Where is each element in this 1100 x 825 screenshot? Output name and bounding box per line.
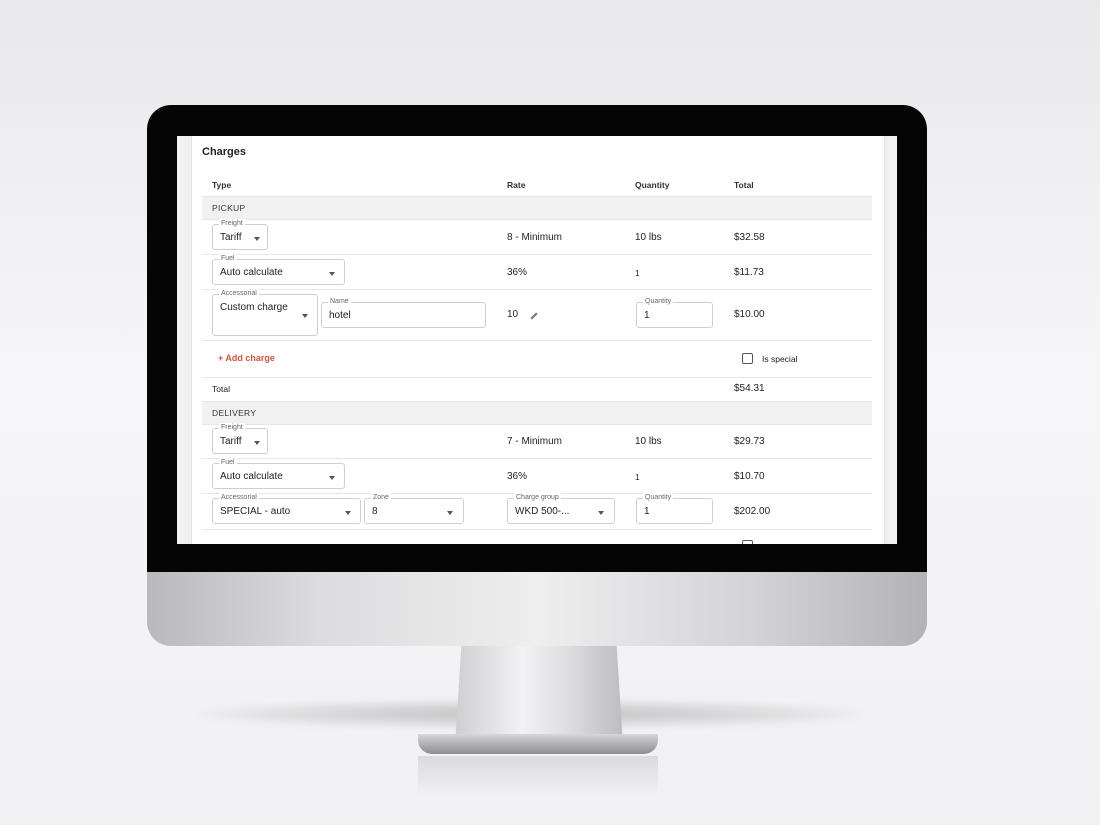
pencil-icon[interactable] (530, 311, 539, 320)
section-pickup-label: PICKUP (212, 203, 246, 213)
pickup-accessorial-select[interactable]: Accessorial Custom charge (212, 289, 318, 336)
pickup-freight-select[interactable]: Freight Tariff (212, 219, 268, 250)
chevron-down-icon (254, 441, 260, 445)
row-divider (202, 340, 872, 341)
chevron-down-icon (447, 511, 453, 515)
delivery-fuel-quantity: 1 (635, 472, 640, 482)
chevron-down-icon (329, 476, 335, 480)
delivery-charge-group-label: Charge group (514, 493, 561, 502)
delivery-freight-label: Freight (219, 423, 245, 432)
pickup-is-special-label: Is special (762, 354, 798, 364)
delivery-fuel-value: Auto calculate (220, 471, 283, 482)
pickup-accessorial-label: Accessorial (219, 289, 259, 298)
pickup-quantity-value: 1 (644, 310, 650, 321)
chevron-down-icon (345, 511, 351, 515)
pickup-name-input[interactable]: Name hotel (321, 297, 486, 328)
delivery-charge-group-select[interactable]: Charge group WKD 500-... (507, 493, 615, 524)
pickup-fuel-value: Auto calculate (220, 267, 283, 278)
pickup-freight-label: Freight (219, 219, 245, 228)
delivery-charge-group-value: WKD 500-... (515, 506, 570, 517)
monitor-stand-base (418, 734, 658, 754)
pickup-total-value: $54.31 (734, 383, 765, 394)
delivery-accessorial-value: SPECIAL - auto (220, 506, 291, 517)
delivery-fuel-total: $10.70 (734, 471, 765, 482)
delivery-quantity-value: 1 (644, 506, 650, 517)
monitor-stand-neck (455, 640, 623, 745)
delivery-quantity-label: Quantity (643, 493, 674, 502)
charges-card: Charges Type Rate Quantity Total PICKUP … (191, 136, 885, 544)
pickup-fuel-rate: 36% (507, 267, 528, 278)
column-header-total: Total (734, 180, 754, 190)
pickup-accessorial-rate: 10 (507, 309, 519, 320)
chevron-down-icon (598, 511, 604, 515)
pickup-fuel-select[interactable]: Fuel Auto calculate (212, 254, 345, 285)
delivery-accessorial-label: Accessorial (219, 493, 259, 502)
pickup-freight-total: $32.58 (734, 232, 765, 243)
pickup-freight-rate: 8 - Minimum (507, 232, 563, 243)
delivery-freight-select[interactable]: Freight Tariff (212, 423, 268, 454)
pickup-name-value: hotel (329, 310, 351, 321)
column-header-type: Type (212, 180, 232, 190)
section-pickup: PICKUP (202, 196, 872, 220)
delivery-freight-rate: 7 - Minimum (507, 436, 563, 447)
delivery-accessorial-select[interactable]: Accessorial SPECIAL - auto (212, 493, 361, 524)
row-divider (202, 254, 872, 255)
monitor-screen: Charges Type Rate Quantity Total PICKUP … (177, 136, 897, 544)
chevron-down-icon (254, 237, 260, 241)
row-divider (202, 377, 872, 378)
chevron-down-icon (302, 314, 308, 318)
pickup-name-label: Name (328, 297, 351, 306)
chevron-down-icon (329, 272, 335, 276)
pickup-accessorial-value: Custom charge (220, 302, 288, 313)
column-header-quantity: Quantity (635, 180, 670, 190)
pickup-accessorial-total: $10.00 (734, 309, 765, 320)
row-divider (202, 289, 872, 290)
pickup-quantity-label: Quantity (643, 297, 674, 306)
monitor-stand-reflection (418, 756, 658, 796)
delivery-fuel-select[interactable]: Fuel Auto calculate (212, 458, 345, 489)
section-delivery: DELIVERY (202, 401, 872, 425)
delivery-freight-total: $29.73 (734, 436, 765, 447)
delivery-fuel-label: Fuel (219, 458, 237, 467)
pickup-freight-quantity: 10 lbs (635, 232, 662, 243)
delivery-accessorial-total: $202.00 (734, 506, 771, 517)
column-header-rate: Rate (507, 180, 526, 190)
pickup-quantity-input[interactable]: Quantity 1 (636, 297, 713, 328)
pickup-fuel-label: Fuel (219, 254, 237, 263)
pickup-add-charge-button[interactable]: + Add charge (218, 353, 275, 363)
pickup-fuel-quantity: 1 (635, 268, 640, 278)
section-delivery-label: DELIVERY (212, 408, 257, 418)
delivery-zone-select[interactable]: Zone 8 (364, 493, 464, 524)
delivery-fuel-rate: 36% (507, 471, 528, 482)
row-divider (202, 529, 872, 530)
delivery-zone-label: Zone (371, 493, 391, 502)
row-divider (202, 458, 872, 459)
pickup-fuel-total: $11.73 (734, 267, 764, 278)
delivery-zone-value: 8 (372, 506, 378, 517)
pickup-is-special-checkbox[interactable] (742, 353, 753, 364)
delivery-freight-value: Tariff (220, 436, 242, 447)
charges-title: Charges (202, 146, 247, 158)
delivery-quantity-input[interactable]: Quantity 1 (636, 493, 713, 524)
delivery-freight-quantity: 10 lbs (635, 436, 662, 447)
pickup-freight-value: Tariff (220, 232, 242, 243)
delivery-is-special-checkbox[interactable] (742, 540, 753, 544)
pickup-total-label: Total (212, 384, 230, 394)
